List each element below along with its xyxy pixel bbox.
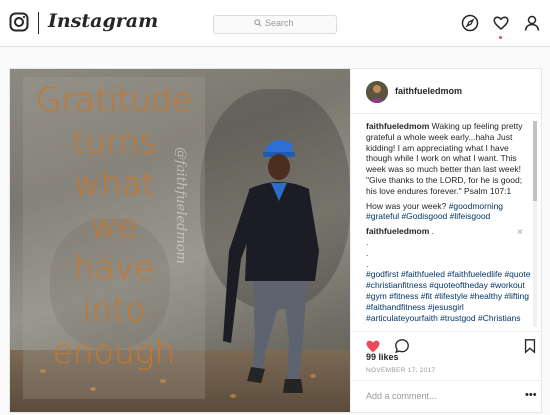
activity-notification-dot [499,36,502,39]
photo-watermark: @faithfueledmom [173,147,188,264]
avatar-image-icon [366,81,388,103]
instagram-wordmark[interactable]: Instagram [48,10,158,32]
post-card: Gratitude turns what we have into enough… [9,68,542,413]
search-input[interactable]: Search [213,15,337,34]
logo-divider [38,12,39,34]
post-date[interactable]: NOVEMBER 17, 2017 [366,367,435,374]
compass-icon[interactable] [461,14,479,32]
caption-text: Waking up feeling pretty grateful a whol… [366,121,523,196]
camera-logo-icon[interactable] [9,12,29,32]
comment-dot: . [366,247,369,258]
comment-username[interactable]: faithfueledmom [366,226,429,236]
caption-username[interactable]: faithfueledmom [366,121,429,131]
close-icon[interactable]: × [517,227,523,238]
comment-hashtags[interactable]: #godfirst #faithfueled #faithfueledlife … [366,269,534,323]
add-comment-input[interactable]: Add a comment... [366,391,437,401]
caption-question: How was your week? [366,200,447,211]
comments-list: faithfueledmom Waking up feeling pretty … [366,121,534,329]
comment-dot: . [366,258,369,269]
search-placeholder: Search [265,18,294,28]
post-photo[interactable]: Gratitude turns what we have into enough… [10,69,350,412]
post-header: faithfueledmom [351,69,542,114]
post-sidebar: faithfueledmom faithfueledmom Waking up … [350,69,542,412]
caption: faithfueledmom Waking up feeling pretty … [366,121,534,197]
more-options-icon[interactable]: ••• [525,389,537,401]
comment-suffix: . [431,226,435,237]
heart-icon[interactable] [492,14,510,32]
likes-count[interactable]: 99 likes [366,352,399,362]
quote-line: into [82,290,146,329]
add-comment-bar: Add a comment... ••• [351,380,542,413]
quote-line: Gratitude [35,80,193,119]
quote-line: enough [52,332,176,371]
avatar[interactable] [366,81,388,103]
comment: faithfueledmom . . . . #godfirst #faithf… [366,226,534,323]
top-navigation-bar: Instagram Search [0,0,550,47]
post-author-username[interactable]: faithfueledmom [395,86,462,96]
woman-figure [223,139,319,393]
caption-question-block: How was your week? #goodmorning #gratefu… [366,201,534,223]
search-icon [254,19,262,27]
save-bookmark-icon[interactable] [522,338,538,354]
scrollbar-thumb[interactable] [533,121,537,201]
comment-dot: . [366,236,369,247]
profile-icon[interactable] [523,14,541,32]
